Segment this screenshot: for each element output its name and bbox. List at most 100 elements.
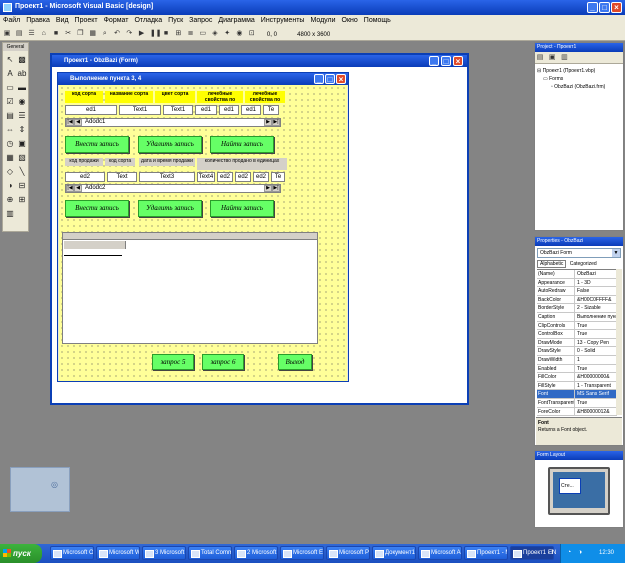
menu-item-1[interactable]: Правка: [23, 15, 53, 26]
listbox-icon[interactable]: ☰: [17, 111, 27, 121]
data-icon[interactable]: ⊟: [17, 181, 27, 191]
save-icon[interactable]: ■: [52, 30, 60, 38]
t2-cell-6[interactable]: ed2: [253, 172, 269, 182]
menu-item-8[interactable]: Диаграмма: [215, 15, 257, 26]
property-value[interactable]: True: [575, 322, 617, 330]
form-close-icon[interactable]: ×: [336, 74, 346, 84]
data-view-icon[interactable]: ◉: [235, 30, 243, 38]
menu-item-11[interactable]: Окно: [339, 15, 361, 26]
t1-cell-0[interactable]: ed1: [65, 105, 117, 115]
dirlistbox-icon[interactable]: ▦: [5, 153, 15, 163]
view-code-icon[interactable]: ▤: [536, 54, 544, 62]
tree-root[interactable]: ⊟ Проект1 (Проект1.vbp): [537, 67, 621, 75]
t2-cell-3[interactable]: Text4: [197, 172, 215, 182]
shape-icon[interactable]: ◇: [5, 167, 15, 177]
project-title-bar[interactable]: Project - Проект1: [535, 43, 623, 52]
close-icon[interactable]: ×: [611, 2, 622, 13]
form-title-bar[interactable]: Выполнение пункта 3, 4 _ □ ×: [58, 73, 348, 85]
maximize-icon[interactable]: □: [599, 2, 610, 13]
property-value[interactable]: 1 - 3D: [575, 279, 617, 287]
menu-item-10[interactable]: Модули: [307, 15, 338, 26]
form-layout-title[interactable]: Form Layout: [535, 451, 623, 460]
property-row[interactable]: CaptionВыполнение пункта: [537, 312, 617, 322]
t2-cell-4[interactable]: ed2: [217, 172, 233, 182]
menu-item-0[interactable]: Файл: [0, 15, 23, 26]
property-value[interactable]: MS Sans Serif: [575, 390, 617, 398]
property-value[interactable]: 1: [575, 356, 617, 364]
combobox-icon[interactable]: ▤: [5, 111, 15, 121]
filelistbox-icon[interactable]: ▧: [17, 153, 27, 163]
tab-categorized[interactable]: Categorized: [568, 261, 599, 267]
project-explorer-icon[interactable]: ⊞: [174, 30, 182, 38]
adodc2-navbar[interactable]: |◀ ◀ Adodc2 ▶ ▶|: [65, 184, 281, 193]
vscrollbar-icon[interactable]: ⇕: [17, 125, 27, 135]
menu-item-2[interactable]: Вид: [53, 15, 72, 26]
t1-cell-6[interactable]: Te: [263, 105, 279, 115]
menu-item-6[interactable]: Пуск: [165, 15, 186, 26]
t1-cell-4[interactable]: ed1: [219, 105, 239, 115]
form-maximize-icon[interactable]: □: [325, 74, 335, 84]
prop-scrollbar[interactable]: [616, 269, 622, 415]
property-value[interactable]: 0 - Solid: [575, 347, 617, 355]
start-button[interactable]: пуск: [0, 544, 42, 563]
add-form-icon[interactable]: ▤: [15, 30, 23, 38]
t1-cell-3[interactable]: ed1: [195, 105, 217, 115]
property-row[interactable]: Enabled True: [537, 364, 617, 374]
property-value[interactable]: 2 - Sizable: [575, 304, 617, 312]
property-value[interactable]: &H80000012&: [575, 408, 617, 416]
drivelistbox-icon[interactable]: ▣: [17, 139, 27, 149]
property-value[interactable]: Выполнение пункта: [575, 313, 617, 321]
menu-item-4[interactable]: Формат: [101, 15, 132, 26]
find-icon[interactable]: ⌕: [101, 30, 109, 38]
pointer-icon[interactable]: ↖: [5, 55, 15, 65]
cut-icon[interactable]: ✂: [64, 30, 72, 38]
menu-item-3[interactable]: Проект: [72, 15, 101, 26]
t1-cell-5[interactable]: ed1: [241, 105, 261, 115]
property-value[interactable]: 1 - Transparent: [575, 382, 617, 390]
property-value[interactable]: True: [575, 399, 617, 407]
nav-last-icon[interactable]: ▶|: [272, 119, 280, 126]
chevron-down-icon[interactable]: ▼: [612, 249, 620, 257]
menu-item-9[interactable]: Инструменты: [258, 15, 308, 26]
checkbox-icon[interactable]: ☑: [5, 97, 15, 107]
taskbar-item[interactable]: 2 Microsoft...: [234, 546, 278, 560]
t2-cell-2[interactable]: Text3: [139, 172, 195, 182]
textbox-icon[interactable]: ab: [17, 69, 27, 79]
taskbar-item[interactable]: Microsoft PowerPo...: [326, 546, 370, 560]
form-thumbnail[interactable]: Сте...: [559, 478, 581, 494]
component-manager-icon[interactable]: ⊡: [248, 30, 256, 38]
property-row[interactable]: DrawStyle 0 - Solid: [537, 347, 617, 356]
adodc-icon[interactable]: ⊞: [17, 195, 27, 205]
exit-button[interactable]: Выход: [278, 354, 312, 370]
timer-icon[interactable]: ◷: [5, 139, 15, 149]
property-value[interactable]: ObzBazi: [575, 270, 617, 278]
add-record-button-2[interactable]: Внести запись: [65, 200, 129, 217]
mdi-title-bar[interactable]: Проект1 - ObzBazi (Form) _ □ ×: [52, 55, 467, 67]
property-value[interactable]: True: [575, 330, 617, 338]
redo-icon[interactable]: ↷: [125, 30, 133, 38]
menu-item-12[interactable]: Помощь: [361, 15, 394, 26]
ole-icon[interactable]: ⊕: [5, 195, 15, 205]
properties-window-icon[interactable]: ≣: [187, 30, 195, 38]
taskbar-item[interactable]: Microsoft Ac...: [418, 546, 462, 560]
mdi-minimize-icon[interactable]: _: [429, 56, 439, 66]
undo-icon[interactable]: ↶: [113, 30, 121, 38]
property-row[interactable]: ForeColor &H80000012&: [537, 407, 617, 417]
mdi-maximize-icon[interactable]: □: [441, 56, 451, 66]
find-record-button-2[interactable]: Найти запись: [210, 200, 274, 217]
taskbar-item[interactable]: Microsoft W...: [96, 546, 140, 560]
object-combo[interactable]: ObzBazi Form ▼: [537, 248, 621, 258]
tree-form-item[interactable]: ▫ ObzBazi (ObzBazi.frm): [537, 83, 621, 91]
property-row[interactable]: DrawMode 13 - Copy Pen: [537, 338, 617, 348]
label-icon[interactable]: A: [5, 69, 15, 79]
property-row[interactable]: Appearance 1 - 3D: [537, 278, 617, 288]
menu-editor-icon[interactable]: ☰: [27, 30, 35, 38]
query6-button[interactable]: запрос 6: [202, 354, 244, 370]
t2-cell-7[interactable]: Te: [271, 172, 285, 182]
property-value[interactable]: &H00C0FFFF&: [575, 296, 617, 304]
taskbar-item[interactable]: Microsoft Excel: [280, 546, 324, 560]
property-row[interactable]: ClipControls True: [537, 321, 617, 331]
tree-folder[interactable]: ▭ Forms: [537, 75, 621, 83]
app-title-bar[interactable]: Проект1 - Microsoft Visual Basic [design…: [0, 0, 625, 15]
property-value[interactable]: True: [575, 365, 617, 373]
